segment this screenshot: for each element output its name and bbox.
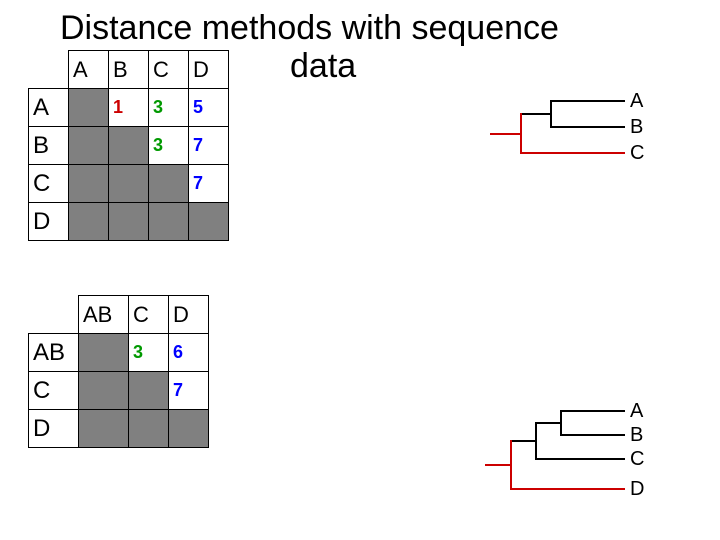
page-title-line1: Distance methods with sequence (60, 10, 559, 47)
phylo-tree-1: A B C (480, 88, 680, 178)
distance-matrix-2: AB C D AB 3 6 C 7 D (28, 295, 209, 448)
tree1-tip-B: B (630, 114, 643, 140)
m2-cell-C-D: 7 (169, 372, 209, 410)
tree1-tip-A: A (630, 88, 643, 114)
phylo-tree-2: A B C D (480, 398, 680, 518)
tree1-tip-C: C (630, 140, 644, 166)
tree2-tip-D: D (630, 476, 644, 502)
page-title-line2: data (290, 48, 356, 85)
m1-row-C: C (29, 165, 69, 203)
m1-cell-A-C: 3 (149, 89, 189, 127)
m2-row-AB: AB (29, 334, 79, 372)
m2-col-AB: AB (79, 296, 129, 334)
m1-col-C: C (149, 51, 189, 89)
m2-cell-AB-C: 3 (129, 334, 169, 372)
distance-matrix-1: A B C D A 1 3 5 B 3 7 C 7 D (28, 50, 229, 241)
m1-col-D: D (189, 51, 229, 89)
m2-col-D: D (169, 296, 209, 334)
tree2-tip-B: B (630, 422, 643, 448)
m2-row-D: D (29, 410, 79, 448)
m2-col-C: C (129, 296, 169, 334)
m1-row-B: B (29, 127, 69, 165)
m1-cell-C-D: 7 (189, 165, 229, 203)
m1-cell-B-D: 7 (189, 127, 229, 165)
m1-row-A: A (29, 89, 69, 127)
tree2-tip-A: A (630, 398, 643, 424)
m2-cell-AB-D: 6 (169, 334, 209, 372)
m1-col-B: B (109, 51, 149, 89)
m1-cell-A-D: 5 (189, 89, 229, 127)
m1-cell-B-C: 3 (149, 127, 189, 165)
m1-col-A: A (69, 51, 109, 89)
m2-row-C: C (29, 372, 79, 410)
m1-row-D: D (29, 203, 69, 241)
m1-cell-A-B: 1 (109, 89, 149, 127)
tree2-tip-C: C (630, 446, 644, 472)
